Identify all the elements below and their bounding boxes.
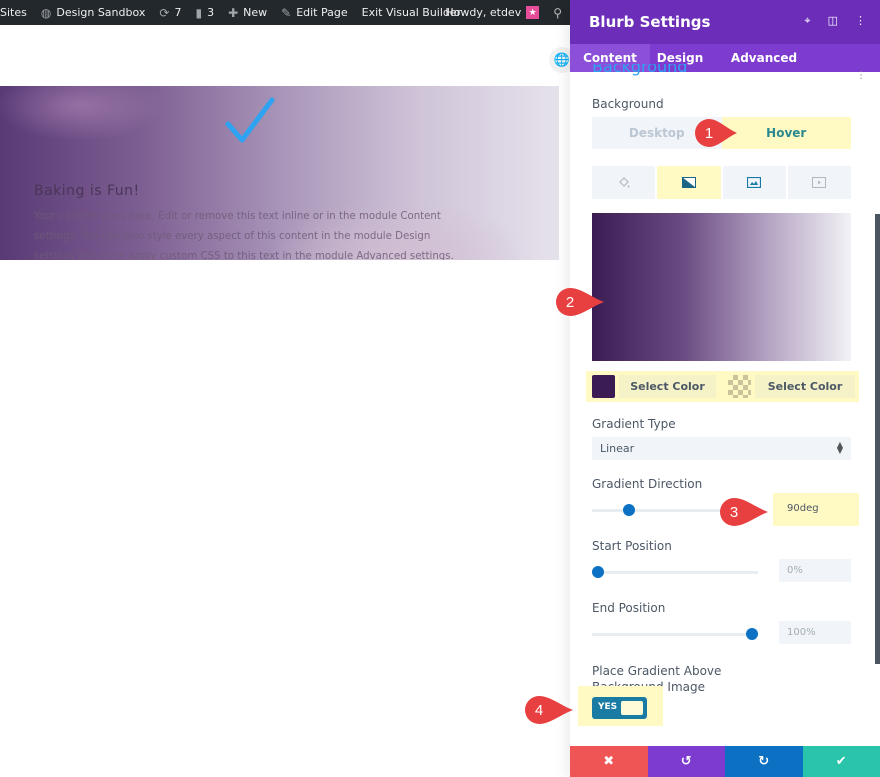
- avatar[interactable]: ★: [526, 6, 540, 19]
- svg-text:2: 2: [566, 294, 574, 311]
- callout-4: 4: [525, 696, 573, 724]
- checkmark-icon: [225, 97, 275, 143]
- slider-handle[interactable]: [623, 504, 636, 516]
- gradient-type-value: Linear: [600, 442, 635, 455]
- select-arrows-icon: ▲ ▼: [836, 440, 843, 455]
- callout-2: 2: [556, 288, 604, 316]
- blurb-settings-panel: Blurb Settings ⌖ ◫ ⋮ Content Design Adva…: [570, 0, 880, 777]
- save-check-icon: ✔: [835, 754, 847, 769]
- blurb-module[interactable]: Baking is Fun! Your content goes here. E…: [0, 86, 559, 260]
- bg-type-video[interactable]: [787, 166, 851, 199]
- callout-3: 3: [720, 498, 768, 526]
- adminbar-greeting[interactable]: Howdy, etdev: [445, 6, 521, 19]
- adminbar-sites[interactable]: Sites: [0, 6, 27, 19]
- adminbar-edit-page[interactable]: ✎ Edit Page: [281, 6, 348, 20]
- save-button[interactable]: ✔: [802, 746, 880, 777]
- place-gradient-highlight: YES: [578, 686, 663, 726]
- gradient-colors: Select Color Select Color: [586, 371, 859, 402]
- bg-type-image[interactable]: [722, 166, 786, 199]
- comment-icon: ▮: [195, 5, 203, 20]
- adminbar-new[interactable]: ✚ New: [228, 6, 267, 20]
- tab-advanced[interactable]: Advanced: [710, 44, 818, 72]
- wp-admin-bar: Sites ◍ Design Sandbox ⟳ 7 ▮ 3 ✚ New ✎ Edit P…: [0, 0, 570, 25]
- slider-handle[interactable]: [746, 628, 758, 640]
- redo-button[interactable]: ↻: [725, 746, 803, 777]
- section-title[interactable]: Background: [592, 64, 687, 78]
- blurb-title: Baking is Fun!: [34, 183, 140, 199]
- image-icon: [747, 177, 762, 188]
- gradient-direction-input[interactable]: 90deg: [779, 497, 851, 520]
- gradient-direction-slider[interactable]: [592, 504, 729, 516]
- panel-scrollbar[interactable]: [875, 214, 880, 664]
- toggle-knob: [621, 701, 643, 715]
- panel-footer: ✖ ↺ ↻ ✔: [570, 746, 880, 777]
- svg-text:1: 1: [705, 125, 713, 142]
- start-position-slider[interactable]: [592, 566, 758, 578]
- gradient-direction-label: Gradient Direction: [592, 477, 703, 491]
- start-color-swatch[interactable]: [592, 375, 615, 398]
- undo-button[interactable]: ↺: [647, 746, 725, 777]
- mode-hover[interactable]: Hover: [721, 117, 851, 149]
- end-position-label: End Position: [592, 601, 666, 615]
- panel-title: Blurb Settings: [589, 13, 711, 31]
- slider-handle[interactable]: [592, 566, 604, 578]
- redo-icon: ↻: [758, 754, 770, 769]
- color-icon: [618, 176, 630, 187]
- discard-button[interactable]: ✖: [570, 746, 648, 777]
- video-icon: [812, 177, 827, 188]
- undo-icon: ↺: [680, 754, 692, 769]
- focus-icon[interactable]: ⌖: [804, 14, 810, 28]
- start-position-input[interactable]: 0%: [779, 559, 851, 582]
- pencil-icon: ✎: [281, 5, 292, 20]
- adminbar-comments[interactable]: ▮ 3: [195, 6, 214, 20]
- page-canvas: Baking is Fun! Your content goes here. E…: [0, 25, 575, 777]
- panel-header[interactable]: Blurb Settings ⌖ ◫ ⋮: [570, 0, 880, 44]
- bg-type-gradient[interactable]: [657, 166, 721, 199]
- end-position-slider[interactable]: [592, 628, 758, 640]
- end-position-input[interactable]: 100%: [779, 621, 851, 644]
- split-view-icon[interactable]: ◫: [828, 14, 838, 28]
- search-icon[interactable]: ⚲: [553, 6, 562, 20]
- bg-type-color[interactable]: [592, 166, 656, 199]
- adminbar-site-name[interactable]: ◍ Design Sandbox: [41, 6, 146, 20]
- gradient-type-select[interactable]: Linear ▲ ▼: [592, 437, 851, 460]
- gradient-preview[interactable]: [592, 213, 851, 361]
- dashboard-icon: ◍: [40, 5, 52, 20]
- gradient-type-label: Gradient Type: [592, 417, 676, 431]
- section-more-icon[interactable]: ⋮: [856, 70, 866, 81]
- callout-1: 1: [695, 119, 737, 147]
- adminbar-updates[interactable]: ⟳ 7: [159, 6, 181, 20]
- place-gradient-toggle[interactable]: YES: [592, 697, 647, 719]
- close-icon: ✖: [603, 754, 615, 769]
- svg-text:3: 3: [730, 504, 738, 521]
- end-color-button[interactable]: Select Color: [755, 375, 855, 398]
- blurb-body: Your content goes here. Edit or remove t…: [34, 211, 454, 260]
- end-color-swatch[interactable]: [728, 375, 751, 398]
- start-position-label: Start Position: [592, 539, 672, 553]
- svg-text:4: 4: [535, 702, 543, 719]
- start-color-button[interactable]: Select Color: [619, 375, 716, 398]
- plus-icon: ✚: [228, 5, 239, 20]
- background-type-tabs: [592, 166, 851, 199]
- gradient-icon: [681, 177, 696, 188]
- background-label: Background: [592, 97, 664, 111]
- updates-icon: ⟳: [159, 5, 170, 20]
- more-icon[interactable]: ⋮: [855, 14, 866, 28]
